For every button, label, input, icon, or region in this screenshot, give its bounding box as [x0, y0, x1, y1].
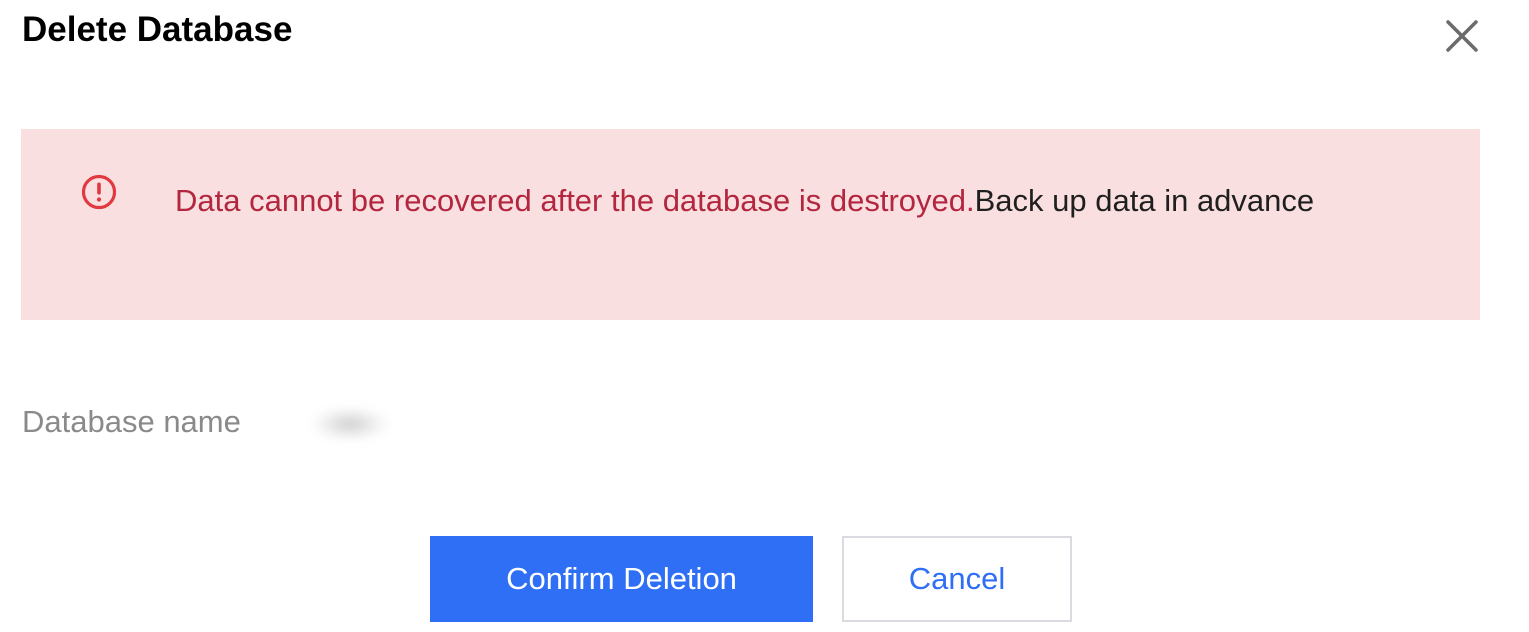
database-name-value [310, 406, 390, 442]
delete-database-dialog: Delete Database Data cannot be recovered… [0, 0, 1529, 632]
warning-alert: Data cannot be recovered after the datab… [21, 129, 1480, 320]
alert-message: Data cannot be recovered after the datab… [175, 175, 1395, 227]
close-button[interactable] [1440, 14, 1484, 58]
database-name-label: Database name [22, 404, 241, 439]
exclamation-circle-icon [81, 174, 117, 210]
cancel-button[interactable]: Cancel [842, 536, 1072, 622]
alert-advice-text: Back up data in advance [974, 183, 1315, 218]
close-icon [1446, 20, 1478, 52]
dialog-title: Delete Database [22, 10, 293, 49]
alert-warning-text: Data cannot be recovered after the datab… [175, 183, 975, 218]
confirm-deletion-button[interactable]: Confirm Deletion [430, 536, 813, 622]
